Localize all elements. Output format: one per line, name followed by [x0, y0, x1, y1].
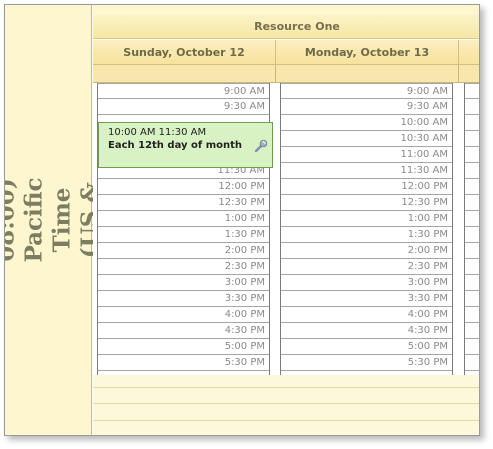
- time-slot: [465, 307, 479, 323]
- day-header-monday[interactable]: Monday, October 13: [276, 40, 459, 65]
- time-slot[interactable]: 3:30 PM: [281, 291, 452, 307]
- time-slot[interactable]: 11:00 AM: [281, 147, 452, 163]
- day-header-partial: [459, 40, 479, 65]
- time-slot[interactable]: 5:30 PM: [281, 355, 452, 371]
- time-slot[interactable]: 9:00 AM: [98, 83, 269, 99]
- day-header-sunday[interactable]: Sunday, October 12: [93, 40, 276, 65]
- appointment-time: 10:00 AM 11:30 AM: [108, 127, 207, 138]
- time-slot[interactable]: 5:00 PM: [281, 339, 452, 355]
- time-slot[interactable]: 12:30 PM: [98, 195, 269, 211]
- time-slot: [465, 163, 479, 179]
- time-slot[interactable]: 9:30 AM: [98, 99, 269, 115]
- time-slot: [465, 355, 479, 371]
- time-slot[interactable]: 4:30 PM: [281, 323, 452, 339]
- time-slot: [465, 83, 479, 99]
- resource-header: Resource One: [93, 15, 479, 39]
- time-slot: [465, 291, 479, 307]
- time-slot[interactable]: 2:00 PM: [281, 243, 452, 259]
- time-slot[interactable]: 12:30 PM: [281, 195, 452, 211]
- time-slot[interactable]: 4:00 PM: [98, 307, 269, 323]
- time-slot: [465, 243, 479, 259]
- time-slot[interactable]: 3:30 PM: [98, 291, 269, 307]
- time-slot: [465, 179, 479, 195]
- time-slot: [465, 131, 479, 147]
- time-slot[interactable]: 4:30 PM: [98, 323, 269, 339]
- time-slot: [465, 147, 479, 163]
- time-slot[interactable]: 1:00 PM: [98, 211, 269, 227]
- time-slot[interactable]: 2:30 PM: [281, 259, 452, 275]
- time-zone-caption: (UTC-08:00) Pacific Time (US & Canada): [5, 5, 131, 435]
- time-slot: [465, 195, 479, 211]
- time-slot[interactable]: 3:00 PM: [281, 275, 452, 291]
- time-slot[interactable]: 11:30 AM: [281, 163, 452, 179]
- time-slot: [465, 323, 479, 339]
- time-slot: [465, 275, 479, 291]
- time-slot: [465, 339, 479, 355]
- resource-header-spacer: [93, 5, 479, 15]
- time-slot[interactable]: 5:30 PM: [98, 355, 269, 371]
- time-slot[interactable]: 1:30 PM: [98, 227, 269, 243]
- appointment-subject: Each 12th day of month: [108, 140, 243, 151]
- time-slot[interactable]: 10:00 AM: [281, 115, 452, 131]
- time-slot[interactable]: 2:00 PM: [98, 243, 269, 259]
- day-column-monday[interactable]: 9:00 AM 9:30 AM 10:00 AM 10:30 AM 11:00 AM 11…: [276, 83, 459, 375]
- time-slot[interactable]: 9:30 AM: [281, 99, 452, 115]
- time-slot[interactable]: 12:00 PM: [98, 179, 269, 195]
- time-slot[interactable]: 10:30 AM: [281, 131, 452, 147]
- divider: [93, 387, 479, 388]
- time-slot[interactable]: 12:00 PM: [281, 179, 452, 195]
- all-day-area-partial: [459, 65, 479, 83]
- time-slots-monday[interactable]: 9:00 AM 9:30 AM 10:00 AM 10:30 AM 11:00 AM 11…: [280, 83, 453, 375]
- appointment[interactable]: 10:00 AM 11:30 AM Each 12th day of month: [98, 122, 273, 168]
- all-day-area-sunday[interactable]: [93, 65, 276, 83]
- bottom-area: [93, 375, 479, 435]
- time-slots-partial: [464, 83, 479, 375]
- time-slot[interactable]: 1:30 PM: [281, 227, 452, 243]
- time-slot: [465, 211, 479, 227]
- time-slot[interactable]: 3:00 PM: [98, 275, 269, 291]
- time-slot[interactable]: 5:00 PM: [98, 339, 269, 355]
- time-slot[interactable]: 4:00 PM: [281, 307, 452, 323]
- time-slot[interactable]: 1:00 PM: [281, 211, 452, 227]
- day-column-partial: [459, 83, 479, 375]
- divider: [93, 420, 479, 421]
- divider: [93, 403, 479, 404]
- scheduler-day-view: (UTC-08:00) Pacific Time (US & Canada) R…: [4, 4, 480, 436]
- wrench-icon: [254, 139, 268, 153]
- all-day-area-monday[interactable]: [276, 65, 459, 83]
- time-slot: [465, 227, 479, 243]
- time-slot: [465, 99, 479, 115]
- time-slot[interactable]: 2:30 PM: [98, 259, 269, 275]
- time-slot: [465, 115, 479, 131]
- time-slot[interactable]: 9:00 AM: [281, 83, 452, 99]
- time-slot: [465, 259, 479, 275]
